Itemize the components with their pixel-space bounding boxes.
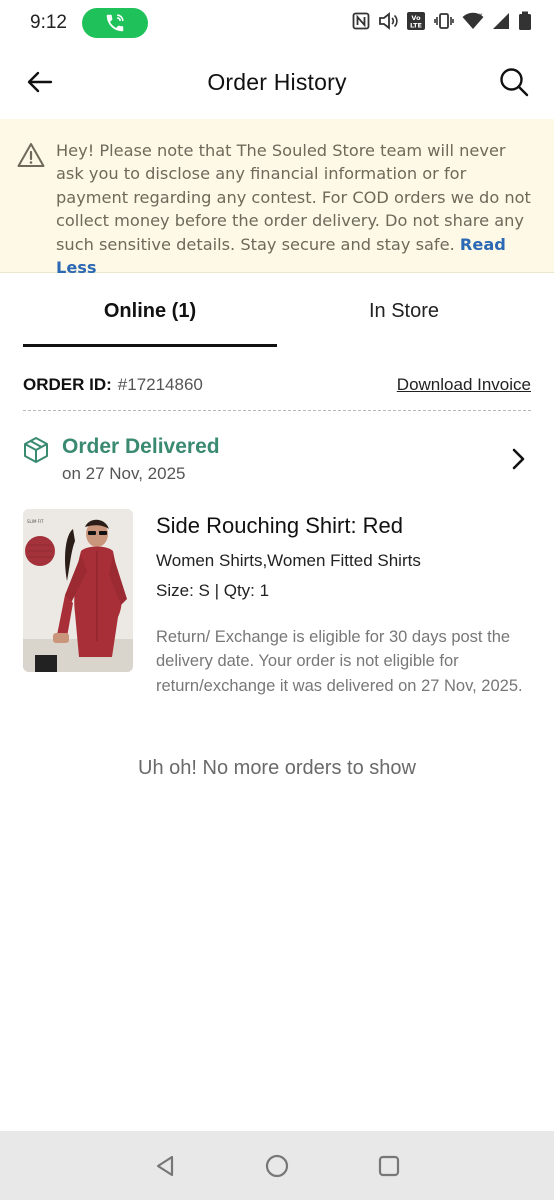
volume-icon: [378, 11, 398, 35]
tab-online[interactable]: Online (1): [23, 274, 277, 348]
package-icon: [23, 436, 49, 469]
svg-text:LTE: LTE: [410, 21, 422, 29]
nfc-icon: [352, 12, 370, 35]
status-bar: 9:12 Vo LTE x: [0, 0, 554, 46]
nav-back-icon[interactable]: [150, 1151, 180, 1181]
svg-text:x: x: [479, 12, 483, 19]
active-tab-indicator: [23, 344, 277, 347]
signal-icon: [492, 12, 510, 35]
product-category: Women Shirts,Women Fitted Shirts: [156, 551, 421, 570]
order-header: ORDER ID: #17214860 Download Invoice: [23, 370, 531, 400]
app-bar: Order History: [0, 46, 554, 118]
product-size-qty: Size: S | Qty: 1: [156, 581, 270, 600]
empty-state-message: Uh oh! No more orders to show: [138, 757, 416, 779]
battery-icon: [518, 11, 532, 36]
return-policy-note: Return/ Exchange is eligible for 30 days…: [156, 628, 523, 695]
nav-recents-icon[interactable]: [374, 1151, 404, 1181]
notice-text: Hey! Please note that The Souled Store t…: [56, 139, 534, 279]
system-nav-bar: [0, 1131, 554, 1200]
product-image[interactable]: SLIM FIT: [23, 509, 133, 672]
status-icons: Vo LTE x: [352, 11, 532, 36]
call-active-icon[interactable]: [82, 8, 148, 38]
wifi-icon: x: [462, 12, 484, 35]
product-name[interactable]: Side Rouching Shirt: Red: [156, 509, 531, 543]
order-status: Order Delivered: [62, 435, 220, 458]
order-tabs: Online (1) In Store: [0, 274, 554, 348]
warning-icon: [17, 142, 45, 173]
back-arrow-icon[interactable]: [24, 66, 56, 98]
search-icon[interactable]: [496, 64, 532, 100]
divider: [23, 410, 531, 411]
nav-home-icon[interactable]: [262, 1151, 292, 1181]
page-title: Order History: [207, 68, 347, 95]
order-id-value: #17214860: [117, 375, 203, 394]
vibrate-icon: [434, 12, 454, 35]
tab-in-store[interactable]: In Store: [277, 274, 531, 348]
svg-text:SLIM FIT: SLIM FIT: [27, 519, 44, 524]
order-status-row[interactable]: Order Delivered on 27 Nov, 2025: [23, 428, 531, 488]
product-info: Side Rouching Shirt: Red Women Shirts,Wo…: [156, 509, 531, 698]
status-time: 9:12: [30, 12, 67, 33]
volte-icon: Vo LTE: [406, 11, 426, 36]
chevron-right-icon: [511, 448, 525, 475]
download-invoice-link[interactable]: Download Invoice: [397, 375, 531, 395]
order-id-label: ORDER ID:: [23, 375, 112, 394]
safety-notice: Hey! Please note that The Souled Store t…: [0, 119, 554, 277]
order-status-date: on 27 Nov, 2025: [62, 464, 186, 483]
